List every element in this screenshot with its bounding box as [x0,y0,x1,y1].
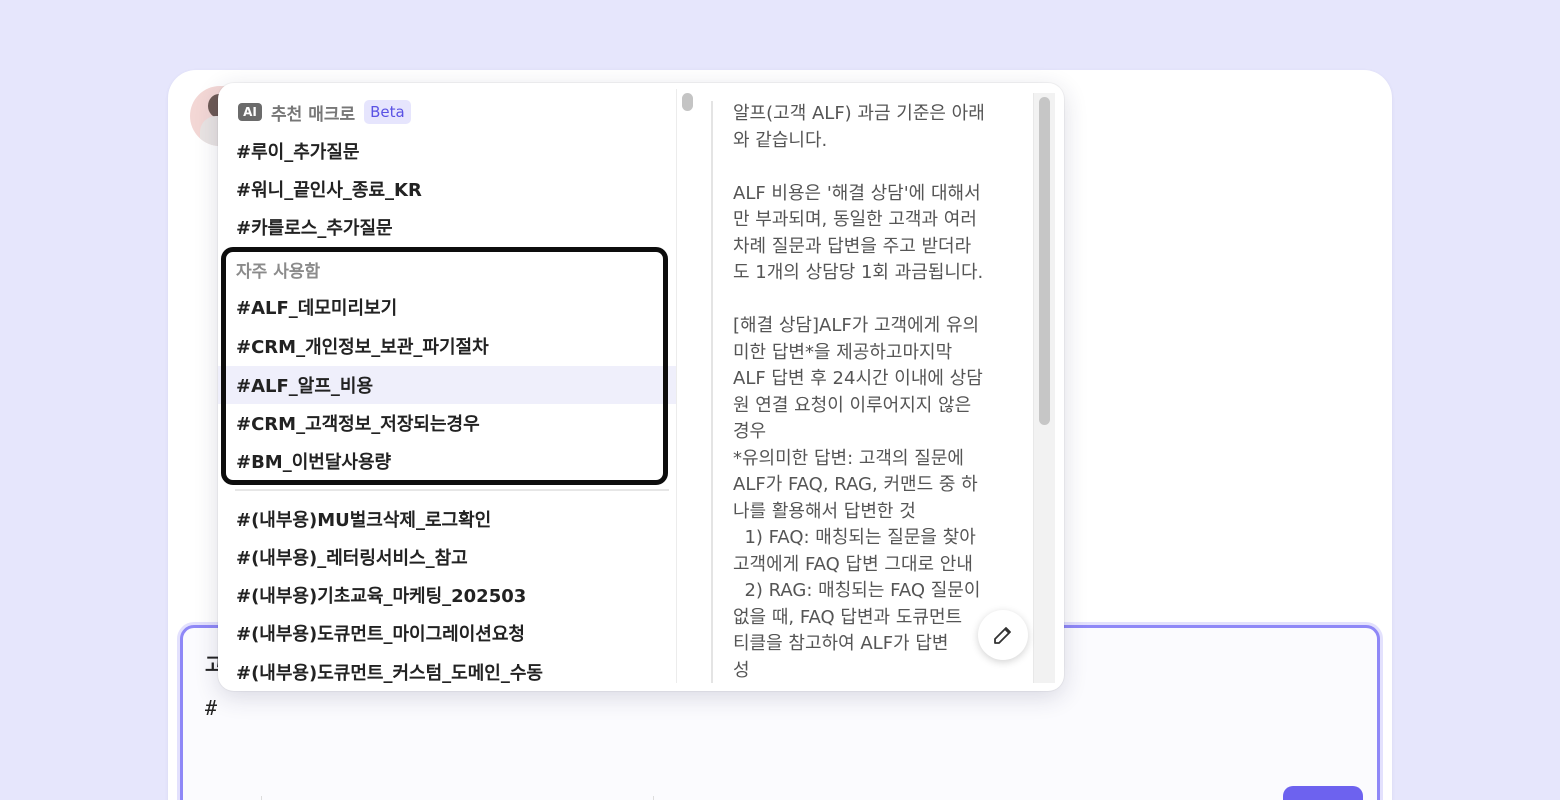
macro-preview: 알프(고객 ALF) 과금 기준은 아래 와 같습니다. ALF 비용은 '해결… [711,101,1026,683]
macro-item[interactable]: #(내부용)_레터링서비스_참고 [218,538,676,576]
frequent-section-label: 자주 사용함 [236,262,321,282]
macro-list-scrollbar[interactable] [676,89,696,683]
macro-list-header: AI 추천 매크로 Beta [238,99,411,125]
macro-item[interactable]: #워니_끝인사_종료_KR [218,170,676,208]
macro-item[interactable]: #ALF_데모미리보기 [218,288,676,326]
composer-input-text[interactable]: # [205,696,217,720]
beta-badge: Beta [364,100,411,124]
macro-item[interactable]: #루이_추가질문 [218,132,676,170]
edit-macro-button[interactable] [978,610,1028,660]
macro-item[interactable]: #CRM_고객정보_저장되는경우 [218,404,676,442]
macro-item[interactable]: #(내부용)MU벌크삭제_로그확인 [218,500,676,538]
ai-icon: AI [238,103,262,121]
macro-item[interactable]: #BM_이번달사용량 [218,442,676,480]
pencil-edit-icon [994,627,1011,644]
macro-item[interactable]: #(내부용)도큐먼트_마이그레이션요청 [218,614,676,652]
macro-suggestion-popup: AI 추천 매크로 Beta #루이_추가질문 #워니_끝인사_종료_KR #카… [218,83,1064,691]
preview-scrollbar[interactable] [1033,93,1055,683]
scrollbar-thumb[interactable] [682,93,693,111]
send-button[interactable] [1283,786,1363,800]
macro-item[interactable]: #CRM_개인정보_보관_파기절차 [218,327,676,365]
macro-item[interactable]: #(내부용)도큐먼트_커스텀_도메인_수동 [218,653,676,691]
macro-item[interactable]: #(내부용)기초교육_마케팅_202503 [218,576,676,614]
macro-item[interactable]: #카를로스_추가질문 [218,208,676,246]
macro-preview-text: 알프(고객 ALF) 과금 기준은 아래 와 같습니다. ALF 비용은 '해결… [733,103,985,681]
macro-list-title: 추천 매크로 [271,104,356,125]
list-divider [235,489,669,491]
macro-item-active[interactable]: #ALF_알프_비용 [218,366,676,404]
macro-list: AI 추천 매크로 Beta #루이_추가질문 #워니_끝인사_종료_KR #카… [218,83,678,684]
toolbar-divider [261,796,262,800]
toolbar-divider [653,796,654,800]
scrollbar-thumb[interactable] [1039,97,1050,425]
